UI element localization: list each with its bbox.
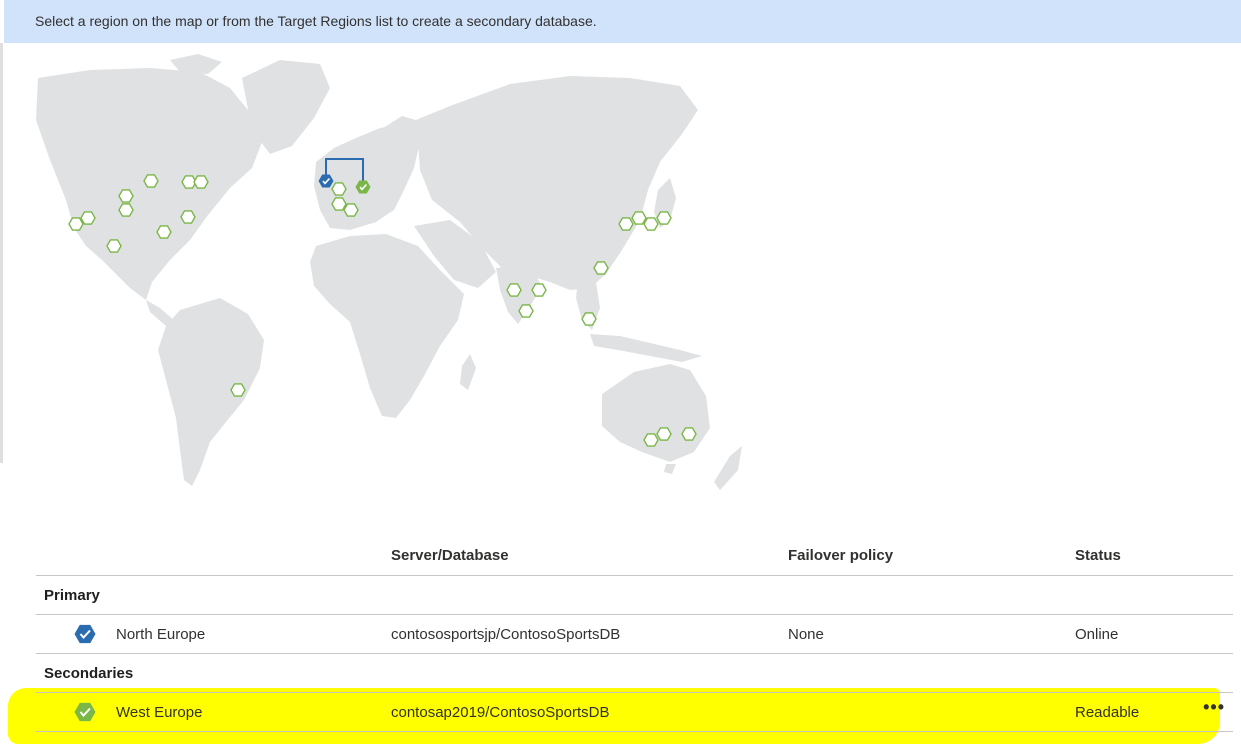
region-marker-hexagon-icon[interactable] <box>618 217 634 231</box>
grid-next-row <box>36 732 1233 746</box>
checkmark-hexagon-blue-icon <box>74 623 96 645</box>
world-map[interactable] <box>30 50 750 500</box>
grid-header-row: Server/Database Failover policy Status <box>36 536 1233 576</box>
region-marker-hexagon-icon[interactable] <box>643 217 659 231</box>
region-marker-hexagon-icon[interactable] <box>343 203 359 217</box>
group-primary-label: Primary <box>44 587 100 604</box>
primary-failover-policy: None <box>788 626 824 643</box>
region-marker-hexagon-icon[interactable] <box>156 225 172 239</box>
primary-server-database: contososportsjp/ContosoSportsDB <box>391 626 621 643</box>
secondary-status: Readable <box>1075 704 1140 721</box>
group-secondaries: Secondaries <box>36 654 1233 693</box>
region-marker-hexagon-icon[interactable] <box>593 261 609 275</box>
region-marker-hexagon-icon[interactable] <box>506 283 522 297</box>
info-banner: Select a region on the map or from the T… <box>4 0 1241 43</box>
primary-region-name: North Europe <box>116 626 206 643</box>
more-ellipsis-icon[interactable]: ••• <box>1203 697 1225 718</box>
world-map-svg <box>36 54 742 490</box>
group-primary: Primary <box>36 576 1233 615</box>
region-marker-hexagon-icon[interactable] <box>230 383 246 397</box>
scrollbar[interactable] <box>0 43 3 463</box>
checkmark-hexagon-green-icon <box>74 701 96 723</box>
header-status[interactable]: Status <box>1075 547 1121 564</box>
region-marker-hexagon-icon[interactable] <box>331 182 347 196</box>
header-failover-policy[interactable]: Failover policy <box>788 547 893 564</box>
primary-row[interactable]: North Europe contososportsjp/ContosoSpor… <box>36 615 1233 654</box>
primary-status: Online <box>1075 626 1119 643</box>
secondary-server-database: contosap2019/ContosoSportsDB <box>391 704 610 721</box>
region-marker-hexagon-icon[interactable] <box>681 427 697 441</box>
region-marker-hexagon-icon[interactable] <box>631 211 647 225</box>
header-server-database[interactable]: Server/Database <box>391 547 509 564</box>
region-marker-hexagon-icon[interactable] <box>656 211 672 225</box>
region-marker-hexagon-icon[interactable] <box>581 312 597 326</box>
regions-grid: Server/Database Failover policy Status P… <box>36 536 1233 746</box>
region-marker-hexagon-icon[interactable] <box>80 211 96 225</box>
region-marker-hexagon-icon[interactable] <box>331 197 347 211</box>
secondary-row[interactable]: West Europe contosap2019/ContosoSportsDB… <box>36 693 1233 732</box>
region-marker-hexagon-icon[interactable] <box>656 427 672 441</box>
region-marker-hexagon-icon[interactable] <box>143 174 159 188</box>
region-marker-hexagon-icon[interactable] <box>118 189 134 203</box>
region-marker-hexagon-icon[interactable] <box>106 239 122 253</box>
region-marker-hexagon-icon[interactable] <box>68 217 84 231</box>
region-marker-hexagon-icon[interactable] <box>118 203 134 217</box>
secondary-region-name: West Europe <box>116 704 203 721</box>
map-land <box>36 54 742 490</box>
region-marker-hexagon-icon[interactable] <box>518 304 534 318</box>
region-marker-hexagon-icon[interactable] <box>193 175 209 189</box>
info-banner-text: Select a region on the map or from the T… <box>35 13 597 29</box>
region-marker-hexagon-icon[interactable] <box>643 433 659 447</box>
group-secondaries-label: Secondaries <box>44 665 134 682</box>
region-marker-hexagon-icon[interactable] <box>180 210 196 224</box>
region-marker-hexagon-icon[interactable] <box>531 283 547 297</box>
